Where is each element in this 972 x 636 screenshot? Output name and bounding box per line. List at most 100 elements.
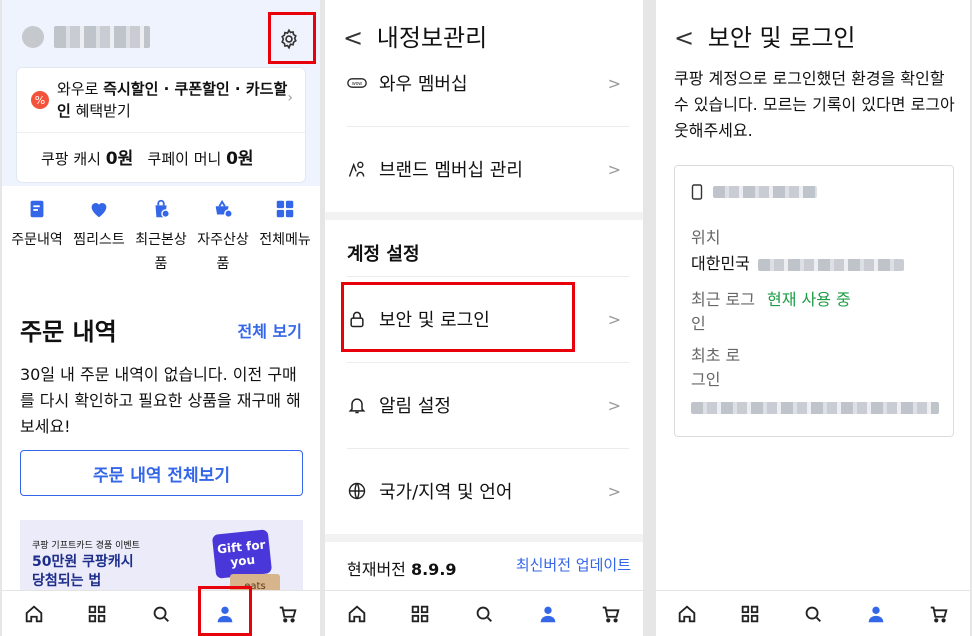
home-icon <box>25 604 43 622</box>
grid-icon <box>276 200 294 218</box>
quick-menu-frequent[interactable]: 자주산상품 <box>194 198 252 276</box>
nav-cart[interactable] <box>919 594 959 634</box>
nav-my-coupang[interactable] <box>528 594 568 634</box>
page-description: 쿠팡 계정으로 로그인했던 환경을 확인할 수 있습니다. 모르는 기록이 있다… <box>674 69 955 140</box>
gift-card-image: Gift for you <box>211 529 273 579</box>
search-icon <box>153 606 169 622</box>
login-session-card: 위치 대한민국 최근 로그인 현재 사용 중 최초 로그인 <box>674 165 954 437</box>
my-coupang-screen: % 와우로 즉시할인 · 쿠폰할인 · 카드할인 혜택받기 › 쿠팡 캐시 0원… <box>2 0 320 636</box>
nav-category[interactable] <box>730 594 770 634</box>
quick-menu-all[interactable]: 전체메뉴 <box>256 198 314 276</box>
first-login-date-redacted <box>691 402 939 414</box>
home-icon <box>679 604 696 622</box>
gear-icon[interactable] <box>278 28 300 50</box>
my-coupang-icon <box>868 606 884 622</box>
quick-menu: 주문내역 찜리스트 최근본상품 자주산상품 전체메뉴 <box>8 198 314 276</box>
nav-my-coupang[interactable] <box>205 594 245 634</box>
cart-icon <box>930 606 948 623</box>
balance-summary: 쿠팡 캐시 0원 쿠페이 머니 0원 <box>41 149 254 169</box>
see-all-link[interactable]: 전체 보기 <box>238 318 302 342</box>
security-login-screen: < 보안 및 로그인 쿠팡 계정으로 로그인했던 환경을 확인할 수 있습니다.… <box>656 0 970 636</box>
first-login-label: 최초 로그인 <box>691 346 741 389</box>
device-row <box>691 184 817 200</box>
app-version: 현재버전 8.9.9 <box>347 560 457 579</box>
search-icon <box>805 606 821 622</box>
cart-icon <box>279 606 297 623</box>
banner-event-label: 쿠팡 기프트카드 경품 이벤트 <box>32 541 140 551</box>
chevron-right-icon: > <box>607 309 621 329</box>
page-header: < 보안 및 로그인 <box>674 18 856 53</box>
phone-icon <box>691 184 703 200</box>
menu-item-label: 국가/지역 및 언어 <box>379 482 513 503</box>
menu-item-brand-membership[interactable]: 브랜드 멤버십 관리 > <box>325 126 643 212</box>
menu-item-security-login[interactable]: 보안 및 로그인 > <box>325 276 643 362</box>
divider <box>17 132 305 133</box>
cart-icon <box>602 606 620 623</box>
promo-text: 와우로 즉시할인 · 쿠폰할인 · 카드할인 혜택받기 <box>57 80 288 120</box>
nav-search[interactable] <box>793 594 833 634</box>
account-management-screen: < 내정보관리 wow 와우 멤버십 > 브랜드 멤버십 관리 > 계정 설정 … <box>325 0 643 636</box>
chevron-right-icon: > <box>607 73 621 93</box>
svg-text:wow: wow <box>352 81 362 87</box>
globe-icon <box>348 482 366 500</box>
menu-item-label: 보안 및 로그인 <box>379 310 490 331</box>
chevron-right-icon: > <box>607 481 621 501</box>
page-title: 보안 및 로그인 <box>707 24 856 52</box>
menu-item-wow-membership[interactable]: wow 와우 멤버십 > <box>325 40 643 126</box>
menu-item-label: 알림 설정 <box>379 396 451 417</box>
gift-card-banner[interactable]: 쿠팡 기프트카드 경품 이벤트 50만원 쿠팡캐시 당첨되는 법 Gift fo… <box>20 520 303 596</box>
nav-search[interactable] <box>464 594 504 634</box>
quick-menu-wishlist[interactable]: 찜리스트 <box>70 198 128 276</box>
ip-redacted <box>757 258 904 271</box>
nav-cart[interactable] <box>591 594 631 634</box>
nav-home[interactable] <box>14 594 54 634</box>
quick-menu-recent[interactable]: 최근본상품 <box>132 198 190 276</box>
orders-heading: 주문 내역 <box>20 318 117 346</box>
nav-search[interactable] <box>141 594 181 634</box>
wow-badge-icon: wow <box>347 78 367 88</box>
menu-item-region-language[interactable]: 국가/지역 및 언어 > <box>325 448 643 534</box>
menu-item-notifications[interactable]: 알림 설정 > <box>325 362 643 448</box>
home-icon <box>348 604 366 622</box>
avatar[interactable] <box>22 26 44 48</box>
recent-login-label: 최근 로그인 <box>691 290 755 333</box>
receipt-icon <box>30 200 44 218</box>
chevron-right-icon: › <box>287 90 293 106</box>
nav-my-coupang[interactable] <box>856 594 896 634</box>
empty-orders-text: 30일 내 주문 내역이 없습니다. 이전 구매를 다시 확인하고 필요한 상품… <box>20 365 301 436</box>
recent-bag-icon <box>155 199 170 218</box>
bottom-nav <box>325 590 643 636</box>
device-name-redacted <box>713 186 817 198</box>
search-icon <box>476 606 492 622</box>
location-label: 위치 <box>691 228 721 247</box>
wow-promo-card[interactable]: % 와우로 즉시할인 · 쿠폰할인 · 카드할인 혜택받기 › 쿠팡 캐시 0원… <box>16 67 306 183</box>
quick-menu-orders[interactable]: 주문내역 <box>8 198 66 276</box>
recent-login-value: 현재 사용 중 <box>767 290 851 309</box>
menu-item-label: 브랜드 멤버십 관리 <box>379 160 523 181</box>
nav-category[interactable] <box>400 594 440 634</box>
section-title: 계정 설정 <box>347 244 420 265</box>
bell-icon <box>348 398 366 414</box>
location-value: 대한민국 <box>691 252 904 276</box>
lock-icon <box>350 311 364 328</box>
profile-header: % 와우로 즉시할인 · 쿠폰할인 · 카드할인 혜택받기 › 쿠팡 캐시 0원… <box>2 0 320 186</box>
bottom-nav <box>656 590 970 636</box>
bottom-nav <box>2 590 320 636</box>
heart-icon <box>91 203 107 218</box>
nav-home[interactable] <box>337 594 377 634</box>
section-gap <box>325 212 643 220</box>
menu-item-label: 와우 멤버십 <box>379 74 468 95</box>
category-icon <box>412 605 429 622</box>
my-coupang-icon <box>217 606 232 622</box>
back-icon[interactable]: < <box>674 24 694 52</box>
all-orders-button[interactable]: 주문 내역 전체보기 <box>20 450 303 496</box>
repeat-bag-icon <box>215 199 233 218</box>
update-link[interactable]: 최신버전 업데이트 <box>516 554 631 575</box>
nav-home[interactable] <box>667 594 707 634</box>
chevron-right-icon: > <box>607 395 621 415</box>
nav-cart[interactable] <box>268 594 308 634</box>
nav-category[interactable] <box>77 594 117 634</box>
user-name-redacted <box>54 26 150 48</box>
banner-headline: 50만원 쿠팡캐시 <box>32 554 134 570</box>
chevron-right-icon: > <box>607 159 621 179</box>
